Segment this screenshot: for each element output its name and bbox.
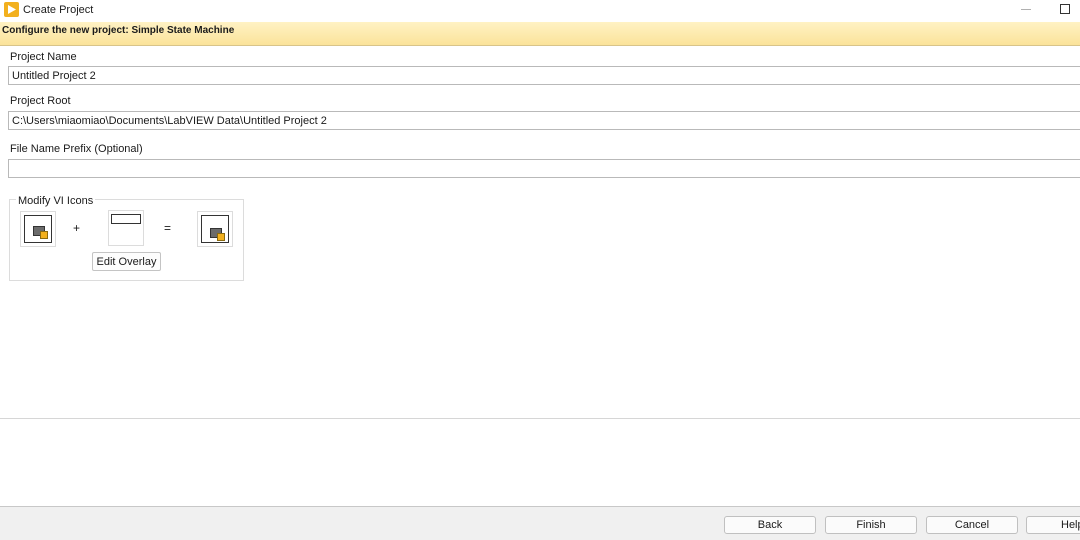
footer-bar <box>0 506 1080 540</box>
plus-sign: + <box>73 221 81 235</box>
finish-button[interactable]: Finish <box>825 516 917 534</box>
project-name-input[interactable] <box>8 66 1080 85</box>
group-legend: Modify VI Icons <box>16 195 96 207</box>
cancel-button[interactable]: Cancel <box>926 516 1018 534</box>
overlay-banner-icon <box>111 214 141 224</box>
overlay-icon <box>108 210 144 246</box>
vi-glyph-icon <box>210 228 225 241</box>
window-title: Create Project <box>23 4 94 16</box>
file-prefix-label: File Name Prefix (Optional) <box>10 143 143 155</box>
header-banner: Configure the new project: Simple State … <box>0 22 1080 46</box>
file-prefix-input[interactable] <box>8 159 1080 178</box>
project-root-label: Project Root <box>10 95 71 107</box>
vi-glyph-icon <box>33 226 48 239</box>
maximize-icon[interactable] <box>1060 4 1070 14</box>
project-name-label: Project Name <box>10 51 77 63</box>
banner-text: Configure the new project: Simple State … <box>2 25 235 36</box>
labview-play-icon <box>4 2 19 17</box>
back-button[interactable]: Back <box>724 516 816 534</box>
equals-sign: = <box>164 221 172 235</box>
base-vi-icon <box>20 211 56 247</box>
title-bar: Create Project <box>0 0 1080 22</box>
result-vi-icon <box>197 211 233 247</box>
divider <box>0 418 1080 419</box>
minimize-icon[interactable] <box>1021 9 1031 10</box>
edit-overlay-button[interactable]: Edit Overlay <box>92 252 161 271</box>
project-root-input[interactable] <box>8 111 1080 130</box>
help-button[interactable]: Help <box>1026 516 1080 534</box>
